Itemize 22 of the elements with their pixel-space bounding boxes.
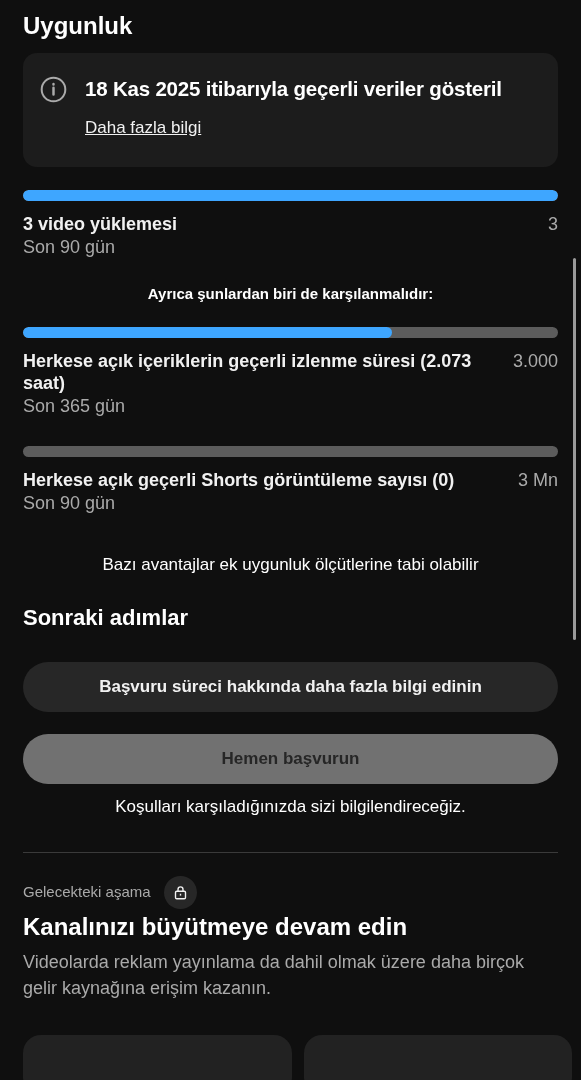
stage-title: Kanalınızı büyütmeye devam edin xyxy=(23,912,409,942)
requirement-target: 3.000 xyxy=(512,350,558,373)
stage-label: Gelecekteki aşama xyxy=(23,882,151,903)
learn-more-button[interactable]: Başvuru süreci hakkında daha fazla bilgi edinin xyxy=(23,662,558,712)
notice-text: 18 Kas 2025 itibarıyla geçerli veriler gösteril xyxy=(85,76,502,102)
requirement-period: Son 90 gün xyxy=(23,236,117,259)
more-info-link[interactable]: Daha fazla bilgi xyxy=(85,117,202,139)
requirement-target: 3 Mn xyxy=(517,469,558,491)
scrollbar[interactable] xyxy=(573,258,576,640)
requirement-label: 3 video yüklemesi xyxy=(23,213,178,235)
stage-description: Videolarda reklam yayınlama da dahil olmak üzere daha birçok gelir kaynağına erişim kazanın. xyxy=(23,951,525,1000)
requirement-target: 3 xyxy=(548,213,558,235)
requirement-period: Son 365 gün xyxy=(23,395,127,418)
info-icon xyxy=(40,76,67,103)
notification-note: Koşulları karşıladığınızda sizi bilgilendireceğiz. xyxy=(114,796,467,818)
footnote: Bazı avantajlar ek uygunluk ölçütlerine tabi olabilir xyxy=(101,554,480,576)
section-title: Uygunluk xyxy=(23,11,134,41)
alternatives-heading: Ayrıca şunlardan biri de karşılanmalıdır: xyxy=(146,284,435,304)
requirement-period: Son 90 gün xyxy=(23,492,117,515)
requirement-label: Herkese açık içeriklerin geçerli izlenme süresi (2.073 saat) xyxy=(23,350,473,394)
section-title: Sonraki adımlar xyxy=(23,604,190,632)
requirement-label: Herkese açık geçerli Shorts görüntüleme sayısı (0) xyxy=(23,469,455,491)
